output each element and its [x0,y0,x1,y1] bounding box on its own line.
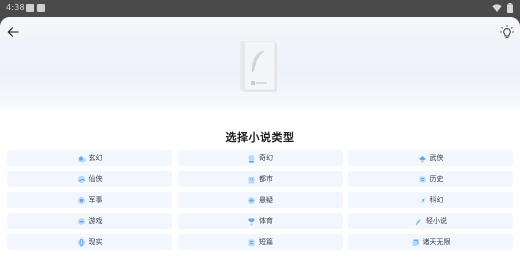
genre-button[interactable]: 悬疑 [177,192,343,208]
scroll-icon [418,175,427,184]
genre-label: 游戏 [88,217,103,225]
battery-icon [507,3,513,13]
genre-label: 诸天无限 [422,238,451,246]
genre-label: 现实 [88,238,103,246]
genre-label: 轻小说 [426,217,447,225]
genre-button[interactable]: 短篇 [177,234,343,250]
genre-button[interactable]: 都市 [177,171,343,187]
genre-label: 玄幻 [88,154,103,162]
status-time: 4:38 [6,3,25,12]
genre-label: 短篇 [259,238,273,246]
genre-button[interactable]: 诸天无限 [348,234,513,250]
genre-button[interactable]: 游戏 [7,213,172,229]
genre-button[interactable]: 历史 [348,171,513,187]
military-icon [77,196,86,205]
building-icon [247,175,256,184]
lightbulb-icon[interactable] [499,24,515,40]
hero-banner [0,17,520,109]
genre-label: 武侠 [429,154,444,162]
cloud-icon [77,154,86,163]
gamepad-icon [77,217,86,226]
genre-sheet: 选择小说类型 玄幻 奇幻 武侠 仙侠 都市 历史 军事 悬疑 科幻 游戏 体育 … [0,17,520,266]
genre-label: 历史 [429,175,444,183]
globe-icon [77,238,86,247]
genre-label: 奇幻 [259,154,273,162]
genre-button[interactable]: 玄幻 [7,150,172,166]
genre-label: 都市 [259,175,273,183]
genre-label: 科幻 [429,196,444,204]
eye-icon [247,196,256,205]
page-title: 选择小说类型 [225,131,295,144]
genre-button[interactable]: 武侠 [348,150,513,166]
book-feather-icon [240,41,277,92]
genre-button[interactable]: 仙侠 [7,171,172,187]
genre-button[interactable]: 体育 [177,213,343,229]
status-bar: 4:38 [0,0,520,17]
genre-label: 悬疑 [259,196,273,204]
genre-button[interactable]: 科幻 [348,192,513,208]
genre-button[interactable]: 轻小说 [348,213,513,229]
feather-icon [414,217,423,226]
notification-icon [26,4,34,12]
genre-button[interactable]: 现实 [7,234,172,250]
genre-button[interactable]: 奇幻 [177,150,343,166]
sword-icon [418,154,427,163]
trophy-icon [247,217,256,226]
genre-button[interactable]: 军事 [7,192,172,208]
moon-icon [77,175,86,184]
rocket-icon [418,196,427,205]
genre-grid: 玄幻 奇幻 武侠 仙侠 都市 历史 军事 悬疑 科幻 游戏 体育 轻小说 现实 … [7,150,513,250]
arrow-left-icon[interactable] [5,24,21,40]
stack-icon [411,238,420,247]
document-icon [247,238,256,247]
crystal-ball-icon [247,154,256,163]
wifi-icon [492,4,502,12]
notification-icon [37,4,45,12]
genre-label: 仙侠 [88,175,103,183]
genre-label: 军事 [88,196,103,204]
genre-label: 体育 [259,217,273,225]
